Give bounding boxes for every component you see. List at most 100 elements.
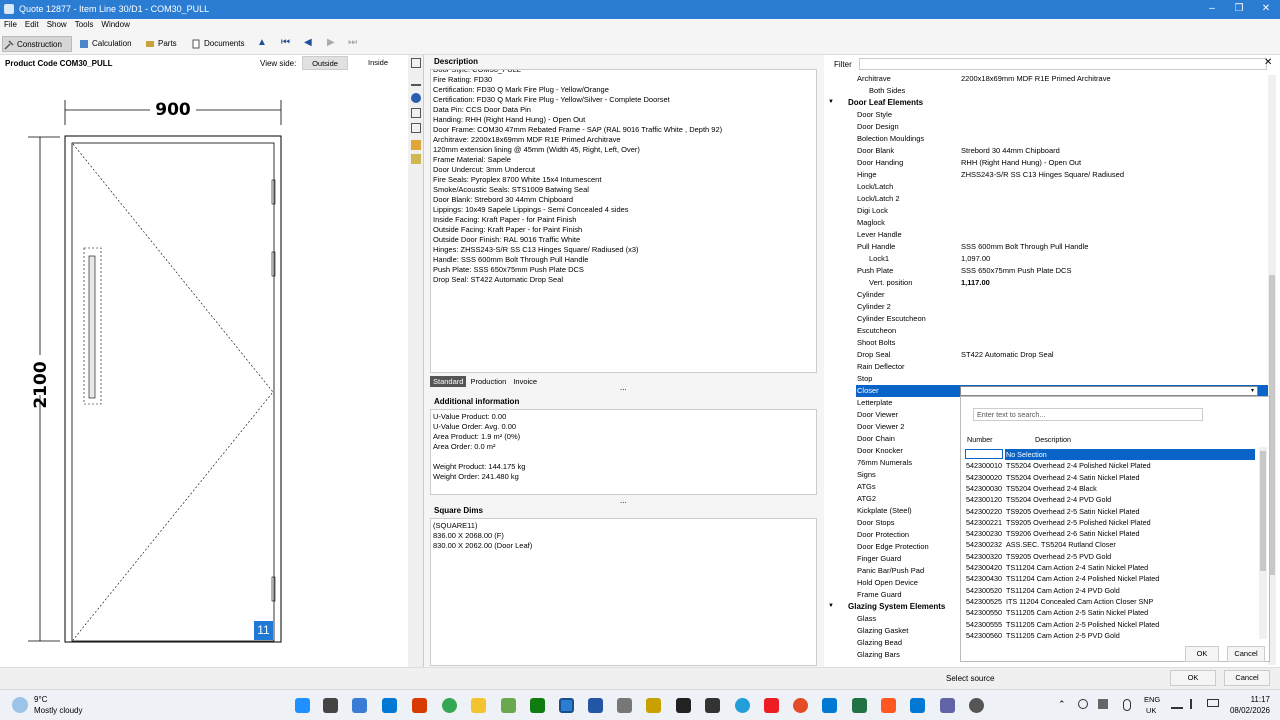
app-icon-15[interactable]	[764, 698, 779, 713]
move-up-icon[interactable]: ▲	[257, 37, 267, 48]
menu-window[interactable]: Window	[97, 19, 133, 30]
app-icon-11[interactable]	[646, 698, 661, 713]
app-icon-19[interactable]	[881, 698, 896, 713]
splitter-handle-2[interactable]: ...	[620, 496, 627, 505]
property-row[interactable]: Digi Lock	[856, 205, 1272, 217]
dropdown-cancel-button[interactable]: Cancel	[1227, 646, 1265, 662]
weather-icon[interactable]	[12, 697, 28, 713]
construction-button[interactable]: Construction	[2, 36, 72, 52]
excel-icon[interactable]	[852, 698, 867, 713]
maximize-button[interactable]: ❐	[1231, 2, 1247, 16]
closer-option[interactable]: 542300520 TS11204 Cam Action 2-4 PVD Gold	[965, 585, 1255, 596]
closer-option[interactable]: 542300010 TS5204 Overhead 2-4 Polished Ni…	[965, 460, 1255, 471]
file-explorer-icon[interactable]	[471, 698, 486, 713]
tab-invoice[interactable]: Invoice	[510, 376, 540, 387]
property-row[interactable]: Cylinder 2	[856, 301, 1272, 313]
property-row[interactable]: Lock1 1,097.00	[856, 253, 1272, 265]
previous-item-icon[interactable]: ◀	[304, 37, 312, 48]
tray-icon-2[interactable]	[1098, 699, 1108, 709]
property-row[interactable]: Rain Deflector	[856, 361, 1272, 373]
calculation-button[interactable]: Calculation	[78, 36, 138, 52]
teams-icon[interactable]	[940, 698, 955, 713]
closer-option[interactable]: 542300430 TS11204 Cam Action 2-4 Polished…	[965, 573, 1255, 584]
closer-option[interactable]: 542300550 TS11205 Cam Action 2-5 Satin Ni…	[965, 607, 1255, 618]
description-box[interactable]: Door Style: COM30_PULL Fire Rating: FD30 C…	[430, 69, 817, 373]
app-icon-6[interactable]	[501, 698, 516, 713]
closer-option[interactable]: 542300560 TS11205 Cam Action 2-5 PVD Gold	[965, 630, 1255, 641]
clock-time[interactable]: 11:17	[1226, 695, 1270, 704]
collapse-chevron-icon[interactable]: ▼	[828, 603, 834, 609]
dropdown-ok-button[interactable]: OK	[1185, 646, 1219, 662]
app-icon-20[interactable]	[910, 698, 925, 713]
app-icon-13[interactable]	[705, 698, 720, 713]
property-row[interactable]: Cylinder	[856, 289, 1272, 301]
menu-file[interactable]: File	[0, 19, 21, 30]
property-group-header[interactable]: Glazing System Elements	[848, 601, 945, 613]
parts-button[interactable]: Parts	[144, 36, 184, 52]
filter-input[interactable]	[859, 58, 1267, 70]
col-description-header[interactable]: Description	[1035, 435, 1071, 444]
app-icon-10[interactable]	[617, 698, 632, 713]
menu-show[interactable]: Show	[43, 19, 71, 30]
closer-option[interactable]: 542300320 TS9205 Overhead 2-5 PVD Gold	[965, 551, 1255, 562]
tab-standard[interactable]: Standard	[430, 376, 467, 387]
note-icon[interactable]	[411, 154, 421, 164]
last-item-icon[interactable]: ⏭	[348, 37, 357, 48]
language-indicator[interactable]: ENG	[1144, 695, 1160, 704]
volume-icon[interactable]	[1190, 699, 1200, 709]
property-group-header[interactable]: Door Leaf Elements	[848, 97, 923, 109]
property-row[interactable]: Door Blank Strebord 30 44mm Chipboard	[856, 145, 1272, 157]
dropdown-search-input[interactable]: Enter text to search...	[973, 408, 1203, 421]
view-icon[interactable]	[411, 58, 421, 68]
ruler-icon[interactable]	[411, 76, 421, 86]
outside-view-button[interactable]: Outside	[302, 56, 348, 70]
tab-production[interactable]: Production	[467, 376, 509, 387]
search-icon[interactable]	[323, 698, 338, 713]
dropdown-arrow-icon[interactable]: ▾	[1248, 387, 1257, 395]
minimize-button[interactable]: –	[1204, 2, 1220, 16]
property-row[interactable]: Architrave 2200x18x69mm MDF R1E Primed Ar…	[856, 73, 1272, 85]
property-row[interactable]: Cylinder Escutcheon	[856, 313, 1272, 325]
tray-icon-1[interactable]	[1078, 699, 1088, 709]
clock-date[interactable]: 08/02/2026	[1226, 706, 1270, 715]
property-row[interactable]: Shoot Bolts	[856, 337, 1272, 349]
active-app-icon[interactable]	[559, 698, 574, 713]
closer-option[interactable]: 542300020 TS5204 Overhead 2-4 Satin Nicke…	[965, 472, 1255, 483]
closer-option[interactable]: 542300221 TS9205 Overhead 2-5 Polished Ni…	[965, 517, 1255, 528]
region-indicator[interactable]: UK	[1146, 706, 1156, 715]
closer-option[interactable]: 542300232 ASS.SEC. TS5204 Rutland Closer	[965, 539, 1255, 550]
menu-edit[interactable]: Edit	[21, 19, 43, 30]
telegram-icon[interactable]	[735, 698, 750, 713]
property-row[interactable]: Lock/Latch 2	[856, 193, 1272, 205]
closer-option[interactable]: No Selection	[965, 449, 1255, 460]
inside-view-button[interactable]: Inside	[355, 56, 401, 70]
app-icon-3[interactable]	[412, 698, 427, 713]
app-icon-12[interactable]	[676, 698, 691, 713]
closer-option[interactable]: 542300220 TS9205 Overhead 2-5 Satin Nicke…	[965, 506, 1255, 517]
property-row[interactable]: Door Design	[856, 121, 1272, 133]
property-row[interactable]: Maglock	[856, 217, 1272, 229]
tray-chevron-icon[interactable]: ⌃	[1058, 699, 1066, 710]
chrome-icon[interactable]	[442, 698, 457, 713]
property-row[interactable]: Pull Handle SSS 600mm Bolt Through Pull H…	[856, 241, 1272, 253]
next-item-icon[interactable]: ▶	[327, 37, 335, 48]
property-row[interactable]: Door Style	[856, 109, 1272, 121]
property-row[interactable]: Drop Seal ST422 Automatic Drop Seal	[856, 349, 1272, 361]
tag-icon[interactable]	[411, 140, 421, 150]
start-icon[interactable]	[295, 698, 310, 713]
property-row[interactable]: Lever Handle	[856, 229, 1272, 241]
property-row[interactable]: Door Handing RHH (Right Hand Hung) - Open…	[856, 157, 1272, 169]
col-number-header[interactable]: Number	[967, 435, 993, 444]
app-icon-22[interactable]	[969, 698, 984, 713]
property-row[interactable]: Vert. position 1,117.00	[856, 277, 1272, 289]
app-icon-1[interactable]	[352, 698, 367, 713]
property-row[interactable]: Escutcheon	[856, 325, 1272, 337]
battery-icon[interactable]	[1207, 699, 1219, 707]
documents-button[interactable]: Documents	[190, 36, 246, 52]
outlook-icon[interactable]	[382, 698, 397, 713]
microphone-icon[interactable]	[1123, 699, 1131, 711]
grid-icon[interactable]	[411, 108, 421, 118]
property-row[interactable]: Stop	[856, 373, 1272, 385]
closer-option[interactable]: 542300230 TS9206 Overhead 2-6 Satin Nicke…	[965, 528, 1255, 539]
ok-button[interactable]: OK	[1170, 670, 1216, 686]
